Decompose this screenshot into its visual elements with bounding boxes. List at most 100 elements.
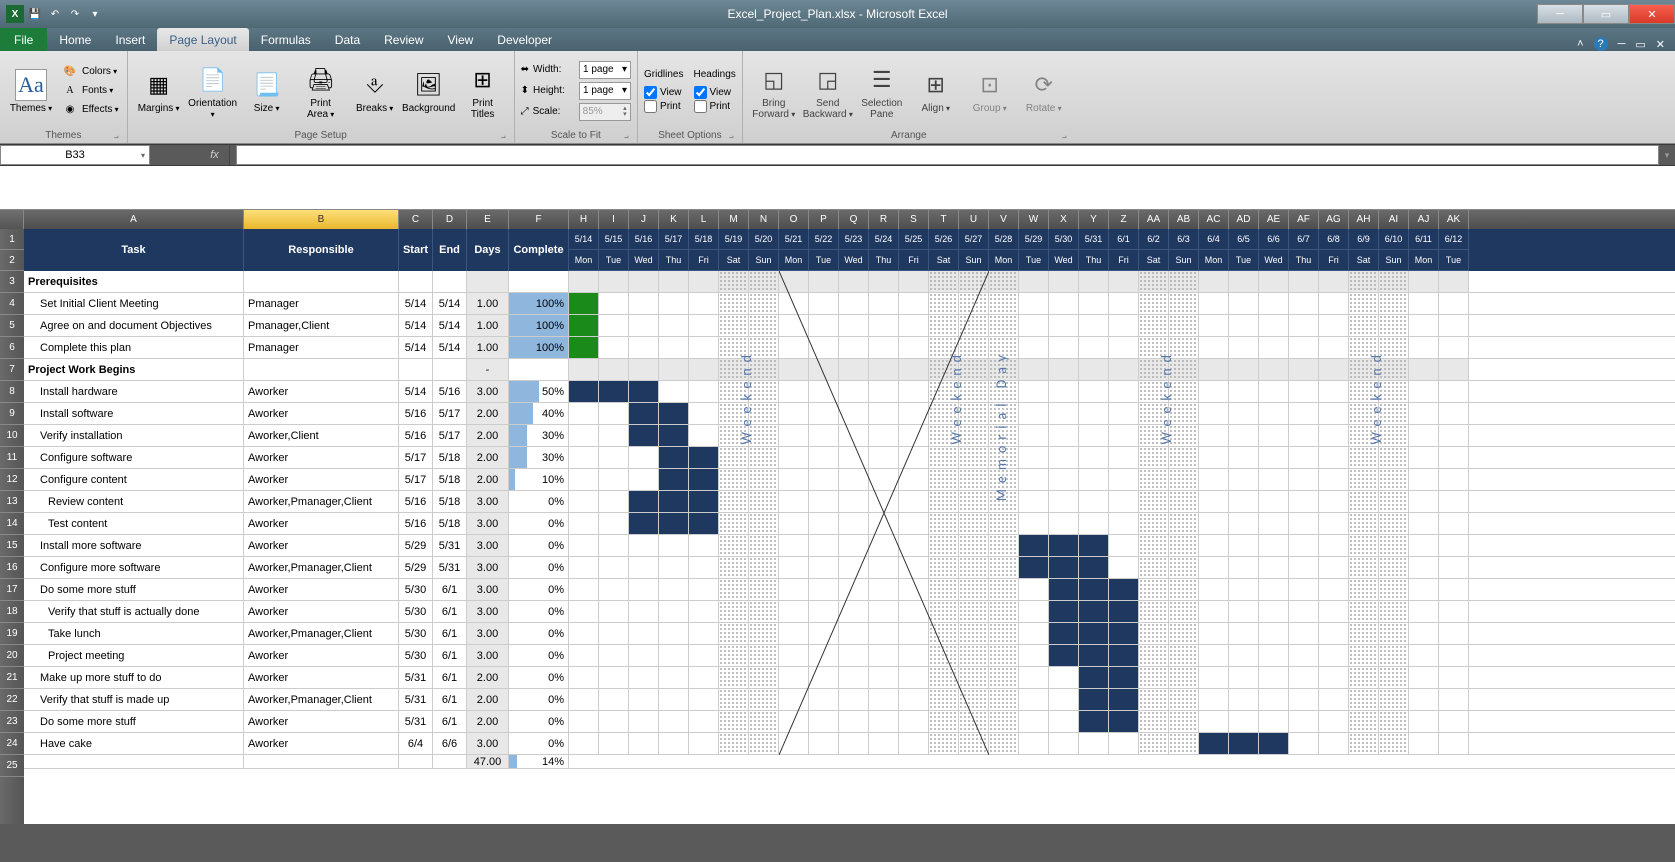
table-row[interactable]: Review contentAworker,Pmanager,Client5/1… [24, 491, 1675, 513]
row-header-8[interactable]: 8 [0, 381, 24, 403]
table-row[interactable]: Verify that stuff is made upAworker,Pman… [24, 689, 1675, 711]
column-header-AB[interactable]: AB [1169, 210, 1199, 229]
row-header-25[interactable]: 25 [0, 755, 24, 777]
ribbon-tab-home[interactable]: Home [47, 28, 103, 51]
column-header-N[interactable]: N [749, 210, 779, 229]
column-header-AI[interactable]: AI [1379, 210, 1409, 229]
table-row[interactable]: Install softwareAworker5/165/172.0040% [24, 403, 1675, 425]
row-header-19[interactable]: 19 [0, 623, 24, 645]
doc-minimize-icon[interactable]: ─ [1618, 38, 1626, 50]
group-button[interactable]: ⊡Group [965, 67, 1015, 114]
headings-print-checkbox[interactable]: Print [694, 100, 736, 113]
effects-button[interactable]: ◉Effects [60, 101, 121, 119]
print-area-button[interactable]: 🖨Print Area [296, 62, 346, 120]
margins-button[interactable]: ▦Margins [134, 67, 184, 114]
table-row[interactable]: Make up more stuff to doAworker5/316/12.… [24, 667, 1675, 689]
width-select[interactable]: 1 page▾ [579, 61, 631, 79]
select-all-corner[interactable] [0, 210, 24, 229]
table-row[interactable]: Project Work Begins- [24, 359, 1675, 381]
row-header-20[interactable]: 20 [0, 645, 24, 667]
ribbon-tab-insert[interactable]: Insert [103, 28, 157, 51]
align-button[interactable]: ⊞Align [911, 67, 961, 114]
minimize-ribbon-icon[interactable]: ˄ [1577, 38, 1583, 50]
fonts-button[interactable]: AFonts [60, 82, 121, 100]
column-header-Y[interactable]: Y [1079, 210, 1109, 229]
column-header-W[interactable]: W [1019, 210, 1049, 229]
table-row[interactable]: Complete this planPmanager5/145/141.0010… [24, 337, 1675, 359]
qat-dropdown-icon[interactable]: ▾ [86, 5, 104, 23]
column-header-E[interactable]: E [467, 210, 509, 229]
table-row[interactable]: Configure contentAworker5/175/182.0010% [24, 469, 1675, 491]
table-row[interactable]: 47.0014% [24, 755, 1675, 769]
column-header-T[interactable]: T [929, 210, 959, 229]
colors-button[interactable]: 🎨Colors [60, 63, 121, 81]
themes-button[interactable]: Aa Themes [6, 67, 56, 114]
table-row[interactable]: Do some more stuffAworker5/306/13.000% [24, 579, 1675, 601]
print-titles-button[interactable]: ⊞Print Titles [458, 62, 508, 120]
row-header-1[interactable]: 1 [0, 229, 24, 250]
formula-expanded-area[interactable] [0, 166, 1675, 210]
gridlines-print-checkbox[interactable]: Print [644, 100, 683, 113]
table-row[interactable]: Do some more stuffAworker5/316/12.000% [24, 711, 1675, 733]
row-header-11[interactable]: 11 [0, 447, 24, 469]
doc-close-icon[interactable]: ✕ [1656, 38, 1665, 51]
gridlines-view-checkbox[interactable]: View [644, 86, 683, 99]
excel-icon[interactable]: X [6, 5, 24, 23]
column-header-V[interactable]: V [989, 210, 1019, 229]
height-select[interactable]: 1 page▾ [579, 82, 631, 100]
scale-spinner[interactable]: 85%▴▾ [579, 103, 631, 121]
column-header-C[interactable]: C [399, 210, 433, 229]
save-icon[interactable]: 💾 [26, 5, 44, 23]
row-header-7[interactable]: 7 [0, 359, 24, 381]
row-header-17[interactable]: 17 [0, 579, 24, 601]
send-backward-button[interactable]: ◲Send Backward [803, 62, 853, 120]
orientation-button[interactable]: 📄Orientation [188, 62, 238, 120]
size-button[interactable]: 📃Size [242, 67, 292, 114]
column-header-M[interactable]: M [719, 210, 749, 229]
close-button[interactable]: ✕ [1629, 4, 1675, 24]
column-header-B[interactable]: B [244, 210, 399, 229]
row-header-21[interactable]: 21 [0, 667, 24, 689]
column-header-R[interactable]: R [869, 210, 899, 229]
table-row[interactable]: Project meetingAworker5/306/13.000% [24, 645, 1675, 667]
column-header-J[interactable]: J [629, 210, 659, 229]
row-header-15[interactable]: 15 [0, 535, 24, 557]
table-row[interactable]: Configure softwareAworker5/175/182.0030% [24, 447, 1675, 469]
column-header-U[interactable]: U [959, 210, 989, 229]
file-tab[interactable]: File [0, 28, 47, 51]
column-header-X[interactable]: X [1049, 210, 1079, 229]
redo-icon[interactable]: ↷ [66, 5, 84, 23]
column-header-AE[interactable]: AE [1259, 210, 1289, 229]
table-row[interactable]: Agree on and document ObjectivesPmanager… [24, 315, 1675, 337]
column-header-AG[interactable]: AG [1319, 210, 1349, 229]
row-header-16[interactable]: 16 [0, 557, 24, 579]
row-header-14[interactable]: 14 [0, 513, 24, 535]
column-header-I[interactable]: I [599, 210, 629, 229]
background-button[interactable]: 🖼Background [404, 67, 454, 114]
selection-pane-button[interactable]: ☰Selection Pane [857, 62, 907, 120]
table-row[interactable]: Install more softwareAworker5/295/313.00… [24, 535, 1675, 557]
ribbon-tab-view[interactable]: View [436, 28, 486, 51]
column-header-Q[interactable]: Q [839, 210, 869, 229]
minimize-button[interactable]: ─ [1537, 4, 1583, 24]
formula-expand-icon[interactable]: ▾ [1659, 145, 1675, 165]
table-row[interactable]: Test contentAworker5/165/183.000% [24, 513, 1675, 535]
column-header-L[interactable]: L [689, 210, 719, 229]
row-header-12[interactable]: 12 [0, 469, 24, 491]
row-header-2[interactable]: 2 [0, 250, 24, 271]
row-header-10[interactable]: 10 [0, 425, 24, 447]
row-header-4[interactable]: 4 [0, 293, 24, 315]
column-header-D[interactable]: D [433, 210, 467, 229]
row-header-23[interactable]: 23 [0, 711, 24, 733]
name-box[interactable]: B33 [0, 145, 150, 165]
column-header-F[interactable]: F [509, 210, 569, 229]
column-header-K[interactable]: K [659, 210, 689, 229]
ribbon-tab-review[interactable]: Review [372, 28, 435, 51]
row-header-6[interactable]: 6 [0, 337, 24, 359]
ribbon-tab-developer[interactable]: Developer [485, 28, 564, 51]
table-row[interactable]: Verify that stuff is actually doneAworke… [24, 601, 1675, 623]
column-header-AA[interactable]: AA [1139, 210, 1169, 229]
column-header-AJ[interactable]: AJ [1409, 210, 1439, 229]
column-header-AD[interactable]: AD [1229, 210, 1259, 229]
column-header-AC[interactable]: AC [1199, 210, 1229, 229]
